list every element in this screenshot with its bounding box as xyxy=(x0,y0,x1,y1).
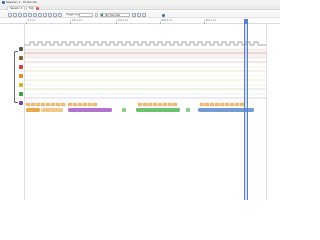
ruler-tick xyxy=(204,22,205,24)
time-ruler xyxy=(0,19,280,24)
ruler-tick-label: +200.0 ms xyxy=(70,19,83,22)
protocol-decode-row xyxy=(25,102,254,112)
channel-6-color-icon[interactable] xyxy=(19,101,23,105)
ruler-tick-label: +0.0 ms xyxy=(26,19,36,22)
tab-session-1[interactable]: Session 1 xyxy=(7,6,25,10)
run-icon[interactable] xyxy=(28,13,32,17)
channel-0-color-icon[interactable] xyxy=(19,47,23,51)
close-tab-icon[interactable] xyxy=(36,7,39,10)
export-icon[interactable] xyxy=(142,13,146,17)
search-icon[interactable] xyxy=(137,13,141,17)
grid-line xyxy=(266,24,267,200)
zoom-fit-icon[interactable] xyxy=(48,13,52,17)
app-icon xyxy=(2,1,5,4)
decoder-settings-icon[interactable] xyxy=(132,13,136,17)
channel-4-color-icon[interactable] xyxy=(19,83,23,87)
channel-0-waveform xyxy=(24,41,266,46)
time-cursor[interactable] xyxy=(244,19,248,200)
channel-1-color-icon[interactable] xyxy=(19,56,23,60)
ruler-tick xyxy=(26,22,27,24)
zoom-in-icon[interactable] xyxy=(38,13,42,17)
waveforms xyxy=(24,41,266,112)
ruler-tick-label: +600.0 ms xyxy=(160,19,173,22)
ruler-tick-label: +800.0 ms xyxy=(204,19,217,22)
channel-3-color-icon[interactable] xyxy=(19,74,23,78)
ruler-tick xyxy=(116,22,117,24)
protocol-select[interactable]: I2C Decoder xyxy=(100,13,130,17)
new-session-icon[interactable] xyxy=(8,13,12,17)
save-icon[interactable] xyxy=(18,13,22,17)
settings-icon[interactable] xyxy=(23,13,27,17)
open-icon[interactable] xyxy=(13,13,17,17)
ruler-tick-label: +400.0 ms xyxy=(116,19,129,22)
measure-icon[interactable] xyxy=(53,13,57,17)
zoom-out-icon[interactable] xyxy=(43,13,47,17)
ruler-tick xyxy=(160,22,161,24)
pin-icon[interactable] xyxy=(162,14,165,17)
markers-icon[interactable] xyxy=(58,13,62,17)
channel-5-color-icon[interactable] xyxy=(19,92,23,96)
tab-bar xyxy=(0,5,280,10)
time-cursor-handle[interactable] xyxy=(244,19,248,24)
protocol-color-icon xyxy=(101,14,103,16)
channel-group-bracket xyxy=(14,51,18,103)
trigger-select[interactable] xyxy=(79,13,93,17)
ruler-tick xyxy=(70,22,71,24)
stop-icon[interactable] xyxy=(33,13,37,17)
channel-2-color-icon[interactable] xyxy=(19,65,23,69)
trigger-dropdown-button[interactable] xyxy=(95,13,98,17)
